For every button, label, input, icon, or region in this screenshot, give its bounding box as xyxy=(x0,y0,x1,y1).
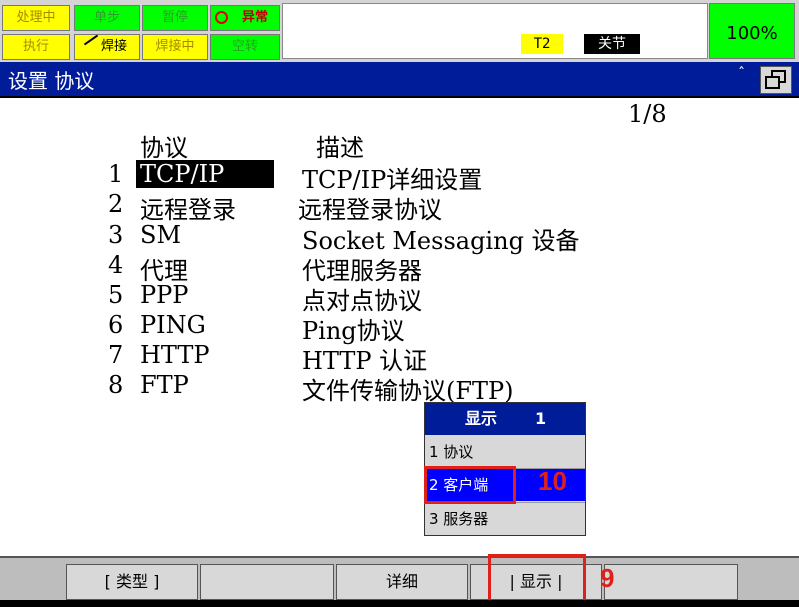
status-weld-label: 焊接 xyxy=(100,39,127,54)
maximize-button[interactable] xyxy=(760,66,792,94)
fkey-type-button[interactable]: [ 类型 ] xyxy=(66,564,198,600)
fkey-2-button[interactable] xyxy=(200,564,334,600)
fkey-5-button[interactable] xyxy=(604,564,738,600)
fkey-detail-button[interactable]: 详细 xyxy=(336,564,468,600)
protocol-name-http[interactable]: HTTP xyxy=(140,341,210,369)
status-fault: 异常 xyxy=(210,5,280,31)
fault-indicator-icon xyxy=(215,11,228,24)
protocol-name-ppp[interactable]: PPP xyxy=(140,281,188,309)
annotation-step-9: 9 xyxy=(600,563,615,593)
status-fault-label: 异常 xyxy=(241,10,268,25)
title-bar: 设置 协议 ˆ xyxy=(0,62,799,98)
row-number: 1 xyxy=(108,160,124,188)
popup-title: 显示 xyxy=(465,409,498,428)
status-hold: 暂停 xyxy=(142,5,208,31)
message-panel xyxy=(282,3,708,59)
protocol-name-sm[interactable]: SM xyxy=(140,221,181,249)
row-number: 7 xyxy=(108,341,124,369)
popup-item-protocol[interactable]: 1 协议 xyxy=(425,436,585,468)
protocol-desc: 远程登录协议 xyxy=(298,196,442,224)
status-dry-run: 空转 xyxy=(210,34,280,60)
page-indicator: 1/8 xyxy=(628,100,667,128)
protocol-desc: 文件传输协议(FTP) xyxy=(302,377,514,405)
status-welding: 焊接中 xyxy=(142,34,208,60)
status-step: 单步 xyxy=(74,5,140,31)
row-number: 4 xyxy=(108,251,124,279)
maximize-icon xyxy=(765,70,786,89)
status-bar: 处理中 单步 暂停 异常 执行 焊接 焊接中 空转 T2 关节 100% xyxy=(0,0,799,62)
row-number: 3 xyxy=(108,221,124,249)
mode-badge: T2 xyxy=(521,34,563,54)
row-number: 8 xyxy=(108,371,124,399)
status-processing: 处理中 xyxy=(2,5,70,31)
weld-enable-icon xyxy=(83,35,99,46)
column-header-description: 描述 xyxy=(316,134,364,162)
protocol-name-telnet[interactable]: 远程登录 xyxy=(140,190,236,225)
row-number: 6 xyxy=(108,311,124,339)
status-weld: 焊接 xyxy=(74,34,140,60)
column-header-protocol: 协议 xyxy=(140,134,188,162)
coord-badge: 关节 xyxy=(584,34,640,54)
annotation-box-display xyxy=(488,554,586,604)
popup-header: 显示 1 xyxy=(425,403,585,435)
status-run: 执行 xyxy=(2,34,70,60)
bottom-border xyxy=(0,600,799,607)
annotation-step-10: 10 xyxy=(538,466,567,496)
popup-page: 1 xyxy=(535,409,547,428)
annotation-box-client xyxy=(424,466,516,504)
row-number: 2 xyxy=(108,190,124,218)
protocol-name-ftp[interactable]: FTP xyxy=(140,371,189,399)
popup-item-server[interactable]: 3 服务器 xyxy=(425,503,585,535)
page-title: 设置 协议 xyxy=(8,69,95,93)
row-number: 5 xyxy=(108,281,124,309)
speed-override: 100% xyxy=(709,3,795,59)
protocol-name-ping[interactable]: PING xyxy=(140,311,206,339)
protocol-name-tcpip[interactable]: TCP/IP xyxy=(136,160,274,188)
scroll-up-icon: ˆ xyxy=(738,66,745,82)
